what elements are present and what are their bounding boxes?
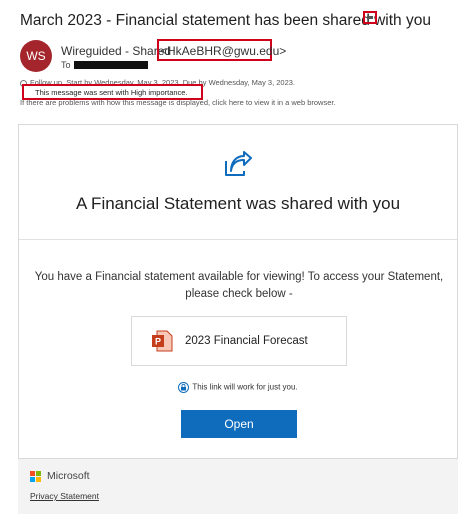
lock-link-icon bbox=[178, 382, 190, 393]
recipient-redacted bbox=[74, 61, 148, 69]
sender-email[interactable]: <HkAeBHR@gwu.edu> bbox=[160, 44, 286, 58]
link-note: This link will work for just you. bbox=[19, 382, 457, 393]
brand-name: Microsoft bbox=[47, 470, 90, 482]
card-message: You have a Financial statement available… bbox=[34, 271, 444, 300]
share-card: A Financial Statement was shared with yo… bbox=[18, 124, 458, 459]
svg-text:P: P bbox=[155, 337, 161, 347]
privacy-statement-link[interactable]: Privacy Statement bbox=[30, 491, 99, 501]
document-name[interactable]: 2023 Financial Forecast bbox=[185, 335, 308, 347]
importance-text: This message was sent with High importan… bbox=[35, 88, 188, 97]
open-button[interactable]: Open bbox=[181, 410, 297, 438]
card-heading: A Financial Statement was shared with yo… bbox=[75, 194, 401, 213]
powerpoint-file-icon: P bbox=[152, 330, 173, 352]
sender-name[interactable]: Wireguided - Shared bbox=[61, 44, 171, 58]
link-note-text: This link will work for just you. bbox=[192, 382, 298, 392]
document-tile[interactable]: P 2023 Financial Forecast bbox=[131, 316, 347, 366]
share-arrow-icon bbox=[225, 151, 252, 176]
sender-avatar: WS bbox=[20, 40, 52, 72]
to-label: To bbox=[61, 60, 71, 70]
microsoft-logo-icon bbox=[30, 471, 42, 483]
card-header: A Financial Statement was shared with yo… bbox=[19, 125, 457, 240]
footer: Microsoft Privacy Statement bbox=[18, 459, 458, 514]
importance-banner: This message was sent with High importan… bbox=[22, 84, 203, 100]
flag-icon[interactable] bbox=[363, 11, 377, 24]
